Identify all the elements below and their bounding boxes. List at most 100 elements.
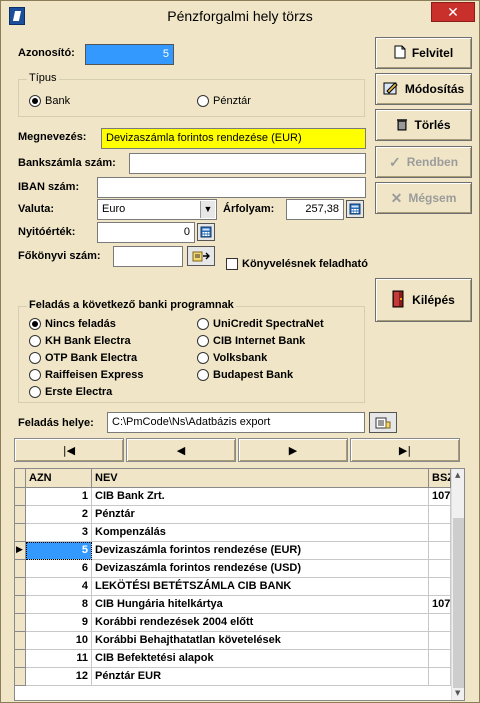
cell-azn[interactable]: 6 [26, 560, 92, 578]
calculator-icon[interactable] [346, 200, 364, 218]
chevron-down-icon[interactable]: ▼ [200, 201, 215, 218]
nav-first-button[interactable]: |◀ [14, 438, 124, 462]
row-indicator[interactable] [15, 488, 26, 506]
fokonyvi-field[interactable] [113, 246, 183, 267]
cell-nev[interactable]: CIB Hungária hitelkártya [92, 596, 429, 614]
lookup-icon[interactable] [187, 246, 215, 266]
iban-field[interactable] [97, 177, 366, 198]
row-indicator[interactable] [15, 506, 26, 524]
row-indicator[interactable] [15, 524, 26, 542]
felvitel-button[interactable]: Felvitel [375, 37, 472, 69]
cell-bsz[interactable] [429, 668, 451, 686]
cell-azn[interactable]: 12 [26, 668, 92, 686]
cell-bsz[interactable] [429, 524, 451, 542]
nav-last-button[interactable]: ▶| [350, 438, 460, 462]
cell-nev[interactable]: CIB Befektetési alapok [92, 650, 429, 668]
vertical-scrollbar[interactable]: ▲ ▼ [451, 469, 464, 700]
row-indicator[interactable] [15, 596, 26, 614]
cell-bsz[interactable] [429, 578, 451, 596]
cell-azn[interactable]: 5 [26, 542, 92, 560]
torles-button[interactable]: Törlés [375, 109, 472, 141]
azonosito-field[interactable]: 5 [85, 44, 174, 65]
scroll-down-icon[interactable]: ▼ [455, 689, 460, 697]
cell-bsz[interactable]: 107 [429, 488, 451, 506]
row-indicator[interactable] [15, 614, 26, 632]
cell-nev[interactable]: Korábbi rendezések 2004 előtt [92, 614, 429, 632]
feladas-helye-field[interactable]: C:\PmCode\Ns\Adatbázis export [107, 412, 365, 433]
cell-nev[interactable]: CIB Bank Zrt. [92, 488, 429, 506]
radio-kh-bank[interactable]: KH Bank Electra [29, 335, 131, 347]
radio-cib-internet[interactable]: CIB Internet Bank [197, 335, 305, 347]
radio-raiffeisen[interactable]: Raiffeisen Express [29, 369, 143, 381]
row-indicator[interactable] [15, 578, 26, 596]
cell-azn[interactable]: 3 [26, 524, 92, 542]
cell-nev[interactable]: Kompenzálás [92, 524, 429, 542]
arfolyam-field[interactable]: 257,38 [286, 199, 344, 220]
cell-azn[interactable]: 9 [26, 614, 92, 632]
row-indicator[interactable]: ▶ [15, 542, 26, 560]
cell-azn[interactable]: 2 [26, 506, 92, 524]
cell-nev[interactable]: LEKÖTÉSI BETÉTSZÁMLA CIB BANK [92, 578, 429, 596]
bankszamla-field[interactable] [129, 153, 366, 174]
table-row[interactable]: 1 CIB Bank Zrt. 107 [15, 488, 451, 506]
radio-otp-bank[interactable]: OTP Bank Electra [29, 352, 137, 364]
cell-bsz[interactable] [429, 614, 451, 632]
cell-bsz[interactable] [429, 650, 451, 668]
radio-volksbank[interactable]: Volksbank [197, 352, 267, 364]
cell-nev[interactable]: Pénztár EUR [92, 668, 429, 686]
nav-prev-button[interactable]: ◀ [126, 438, 236, 462]
grid-header-nev[interactable]: NEV [92, 469, 429, 488]
grid-header-bsz[interactable]: BSZ [429, 469, 451, 488]
table-row[interactable]: 11 CIB Befektetési alapok [15, 650, 451, 668]
modositas-button[interactable]: Módosítás [375, 73, 472, 105]
table-row[interactable]: 2 Pénztár [15, 506, 451, 524]
cell-azn[interactable]: 10 [26, 632, 92, 650]
cell-nev[interactable]: Korábbi Behajthatatlan követelések [92, 632, 429, 650]
nyitoertek-field[interactable]: 0 [97, 222, 195, 243]
cell-azn[interactable]: 11 [26, 650, 92, 668]
data-grid[interactable]: AZN NEV BSZ 1CIB Bank Zrt.1072Pénztár3Ko… [14, 468, 465, 701]
nav-next-button[interactable]: ▶ [238, 438, 348, 462]
konyvelesnek-checkbox[interactable]: Könyvelésnek feladható [226, 258, 368, 270]
radio-nincs-feladas[interactable]: Nincs feladás [29, 318, 116, 330]
scroll-up-icon[interactable]: ▲ [455, 471, 460, 479]
cell-nev[interactable]: Pénztár [92, 506, 429, 524]
row-indicator[interactable] [15, 650, 26, 668]
cell-bsz[interactable]: 107 [429, 596, 451, 614]
calculator-icon[interactable] [197, 223, 215, 241]
rendben-button[interactable]: ✓ Rendben [375, 146, 472, 178]
cell-azn[interactable]: 4 [26, 578, 92, 596]
table-row[interactable]: 6 Devizaszámla forintos rendezése (USD) [15, 560, 451, 578]
cell-nev[interactable]: Devizaszámla forintos rendezése (EUR) [92, 542, 429, 560]
radio-budapest-bank[interactable]: Budapest Bank [197, 369, 293, 381]
table-row[interactable]: 8 CIB Hungária hitelkártya 107 [15, 596, 451, 614]
grid-header-azn[interactable]: AZN [26, 469, 92, 488]
cell-bsz[interactable] [429, 560, 451, 578]
folder-browse-icon[interactable] [369, 412, 397, 433]
cell-bsz[interactable] [429, 506, 451, 524]
megnevezes-field[interactable]: Devizaszámla forintos rendezése (EUR) [101, 128, 366, 149]
valuta-select[interactable]: Euro ▼ [97, 199, 217, 220]
cell-nev[interactable]: Devizaszámla forintos rendezése (USD) [92, 560, 429, 578]
cell-azn[interactable]: 1 [26, 488, 92, 506]
cell-azn[interactable]: 8 [26, 596, 92, 614]
cell-bsz[interactable] [429, 632, 451, 650]
row-indicator[interactable] [15, 668, 26, 686]
table-row[interactable]: 12 Pénztár EUR [15, 668, 451, 686]
radio-unicredit[interactable]: UniCredit SpectraNet [197, 318, 324, 330]
row-indicator[interactable] [15, 560, 26, 578]
kilepes-button[interactable]: Kilépés [375, 278, 472, 322]
scrollbar-thumb[interactable] [453, 518, 464, 688]
radio-penztar[interactable]: Pénztár [197, 95, 251, 107]
table-row[interactable]: 3 Kompenzálás [15, 524, 451, 542]
row-indicator[interactable] [15, 632, 26, 650]
radio-erste[interactable]: Erste Electra [29, 386, 112, 398]
table-row[interactable]: 4 LEKÖTÉSI BETÉTSZÁMLA CIB BANK [15, 578, 451, 596]
table-row[interactable]: ▶ 5 Devizaszámla forintos rendezése (EUR) [15, 542, 451, 560]
radio-bank[interactable]: Bank [29, 95, 70, 107]
cell-bsz[interactable] [429, 542, 451, 560]
table-row[interactable]: 9 Korábbi rendezések 2004 előtt [15, 614, 451, 632]
table-row[interactable]: 10 Korábbi Behajthatatlan követelések [15, 632, 451, 650]
close-button[interactable]: ✕ [431, 2, 475, 22]
megsem-button[interactable]: ✕ Mégsem [375, 182, 472, 214]
